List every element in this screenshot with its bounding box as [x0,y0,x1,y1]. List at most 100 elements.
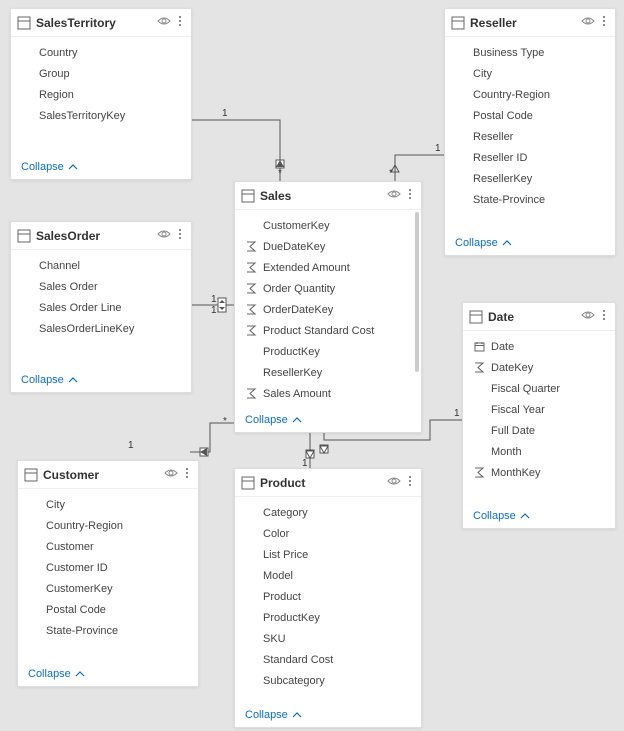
field-row[interactable]: Sales Order Line [11,298,191,319]
field-row[interactable]: Channel [11,256,191,277]
chevron-up-icon [75,670,85,678]
field-row[interactable]: Postal Code [445,106,615,127]
field-row[interactable]: State-Province [18,621,198,642]
field-row[interactable]: DateKey [463,358,615,379]
field-row[interactable]: SalesOrderLineKey [235,405,421,408]
field-row[interactable]: Region [11,85,191,106]
field-label: Sales Amount [263,386,331,403]
table-product[interactable]: Product CategoryColorList PriceModelProd… [234,468,422,728]
field-row[interactable]: CustomerKey [18,579,198,600]
table-reseller[interactable]: Reseller Business Type CityCountry-Region… [444,8,616,256]
field-row[interactable]: Country [11,43,191,64]
field-label: DateKey [491,360,533,377]
more-icon[interactable] [175,227,185,244]
field-row[interactable]: Reseller ID [445,148,615,169]
visibility-icon[interactable] [157,15,171,30]
more-icon[interactable] [405,187,415,204]
field-label: Business Type [473,45,544,62]
field-row[interactable]: Customer ID [18,558,198,579]
table-header[interactable]: Customer [18,461,198,489]
field-label: List Price [263,547,308,564]
field-row[interactable]: ProductKey [235,342,421,363]
cardinality-many: * [389,168,393,179]
field-row[interactable]: State-Province [445,190,615,211]
sigma-icon [473,361,486,374]
field-row[interactable]: Month [463,442,615,463]
collapse-button[interactable]: Collapse [11,368,191,392]
field-row[interactable]: Customer [18,537,198,558]
visibility-icon[interactable] [387,188,401,203]
field-row[interactable]: Model [235,566,421,587]
field-row[interactable]: Reseller [445,127,615,148]
collapse-button[interactable]: Collapse [18,662,198,686]
field-row[interactable]: List Price [235,545,421,566]
collapse-button[interactable]: Collapse [235,703,421,727]
field-row[interactable]: Product [235,587,421,608]
field-row[interactable]: Category [235,503,421,524]
field-label: Customer ID [46,560,108,577]
visibility-icon[interactable] [157,228,171,243]
field-row[interactable]: CustomerKey [235,216,421,237]
table-salesterritory[interactable]: SalesTerritory CountryGroupRegionSalesTe… [10,8,192,180]
table-customer[interactable]: Customer CityCountry-RegionCustomerCusto… [17,460,199,687]
field-row[interactable]: Extended Amount [235,258,421,279]
field-row[interactable]: Color [235,524,421,545]
field-row[interactable]: ResellerKey [445,169,615,190]
field-row[interactable]: Full Date [463,421,615,442]
table-header[interactable]: Reseller [445,9,615,37]
cardinality-one: 1 [211,305,217,316]
field-row[interactable]: ProductKey [235,608,421,629]
field-row[interactable]: SalesOrderLineKey [11,319,191,340]
field-row[interactable]: ResellerKey [235,363,421,384]
field-label: SKU [263,631,286,648]
more-icon[interactable] [182,466,192,483]
field-row[interactable]: DueDateKey [235,237,421,258]
table-title: Product [257,476,387,490]
table-date[interactable]: Date Date DateKey Fiscal QuarterFiscal Yea… [462,302,616,529]
table-header[interactable]: SalesTerritory [11,9,191,37]
chevron-up-icon [292,416,302,424]
field-label: State-Province [46,623,118,640]
more-icon[interactable] [599,308,609,325]
more-icon[interactable] [599,14,609,31]
visibility-icon[interactable] [581,309,595,324]
field-row[interactable]: Order Quantity [235,279,421,300]
collapse-button[interactable]: Collapse [445,231,615,255]
visibility-icon[interactable] [387,475,401,490]
field-row[interactable]: Group [11,64,191,85]
collapse-button[interactable]: Collapse [11,155,191,179]
field-row[interactable]: Date [463,337,615,358]
field-row[interactable]: SalesTerritoryKey [11,106,191,127]
more-icon[interactable] [175,14,185,31]
field-row[interactable]: City [445,64,615,85]
field-row[interactable]: Sales Order [11,277,191,298]
more-icon[interactable] [405,474,415,491]
collapse-button[interactable]: Collapse [235,408,421,432]
table-sales[interactable]: Sales CustomerKeyDueDateKeyExtended Amou… [234,181,422,433]
cardinality-one: 1 [128,440,134,451]
field-row[interactable]: Fiscal Quarter [463,379,615,400]
field-row[interactable]: Standard Cost [235,650,421,671]
field-row[interactable]: Country-Region [445,85,615,106]
field-row[interactable]: SKU [235,629,421,650]
field-row[interactable]: City [18,495,198,516]
visibility-icon[interactable] [164,467,178,482]
sigma-icon [245,387,258,400]
field-row[interactable]: Sales Amount [235,384,421,405]
field-row[interactable]: Country-Region [18,516,198,537]
table-header[interactable]: Date [463,303,615,331]
field-row[interactable]: MonthKey [463,463,615,484]
field-row[interactable]: Postal Code [18,600,198,621]
table-header[interactable]: SalesOrder [11,222,191,250]
table-salesorder[interactable]: SalesOrder ChannelSales OrderSales Order… [10,221,192,393]
table-header[interactable]: Product [235,469,421,497]
field-row[interactable]: Product Standard Cost [235,321,421,342]
field-row[interactable]: Business Type [445,43,615,64]
field-row[interactable]: Subcategory [235,671,421,692]
field-row[interactable]: OrderDateKey [235,300,421,321]
table-header[interactable]: Sales [235,182,421,210]
collapse-button[interactable]: Collapse [463,504,615,528]
field-row[interactable]: Fiscal Year [463,400,615,421]
scrollbar[interactable] [415,212,419,372]
visibility-icon[interactable] [581,15,595,30]
